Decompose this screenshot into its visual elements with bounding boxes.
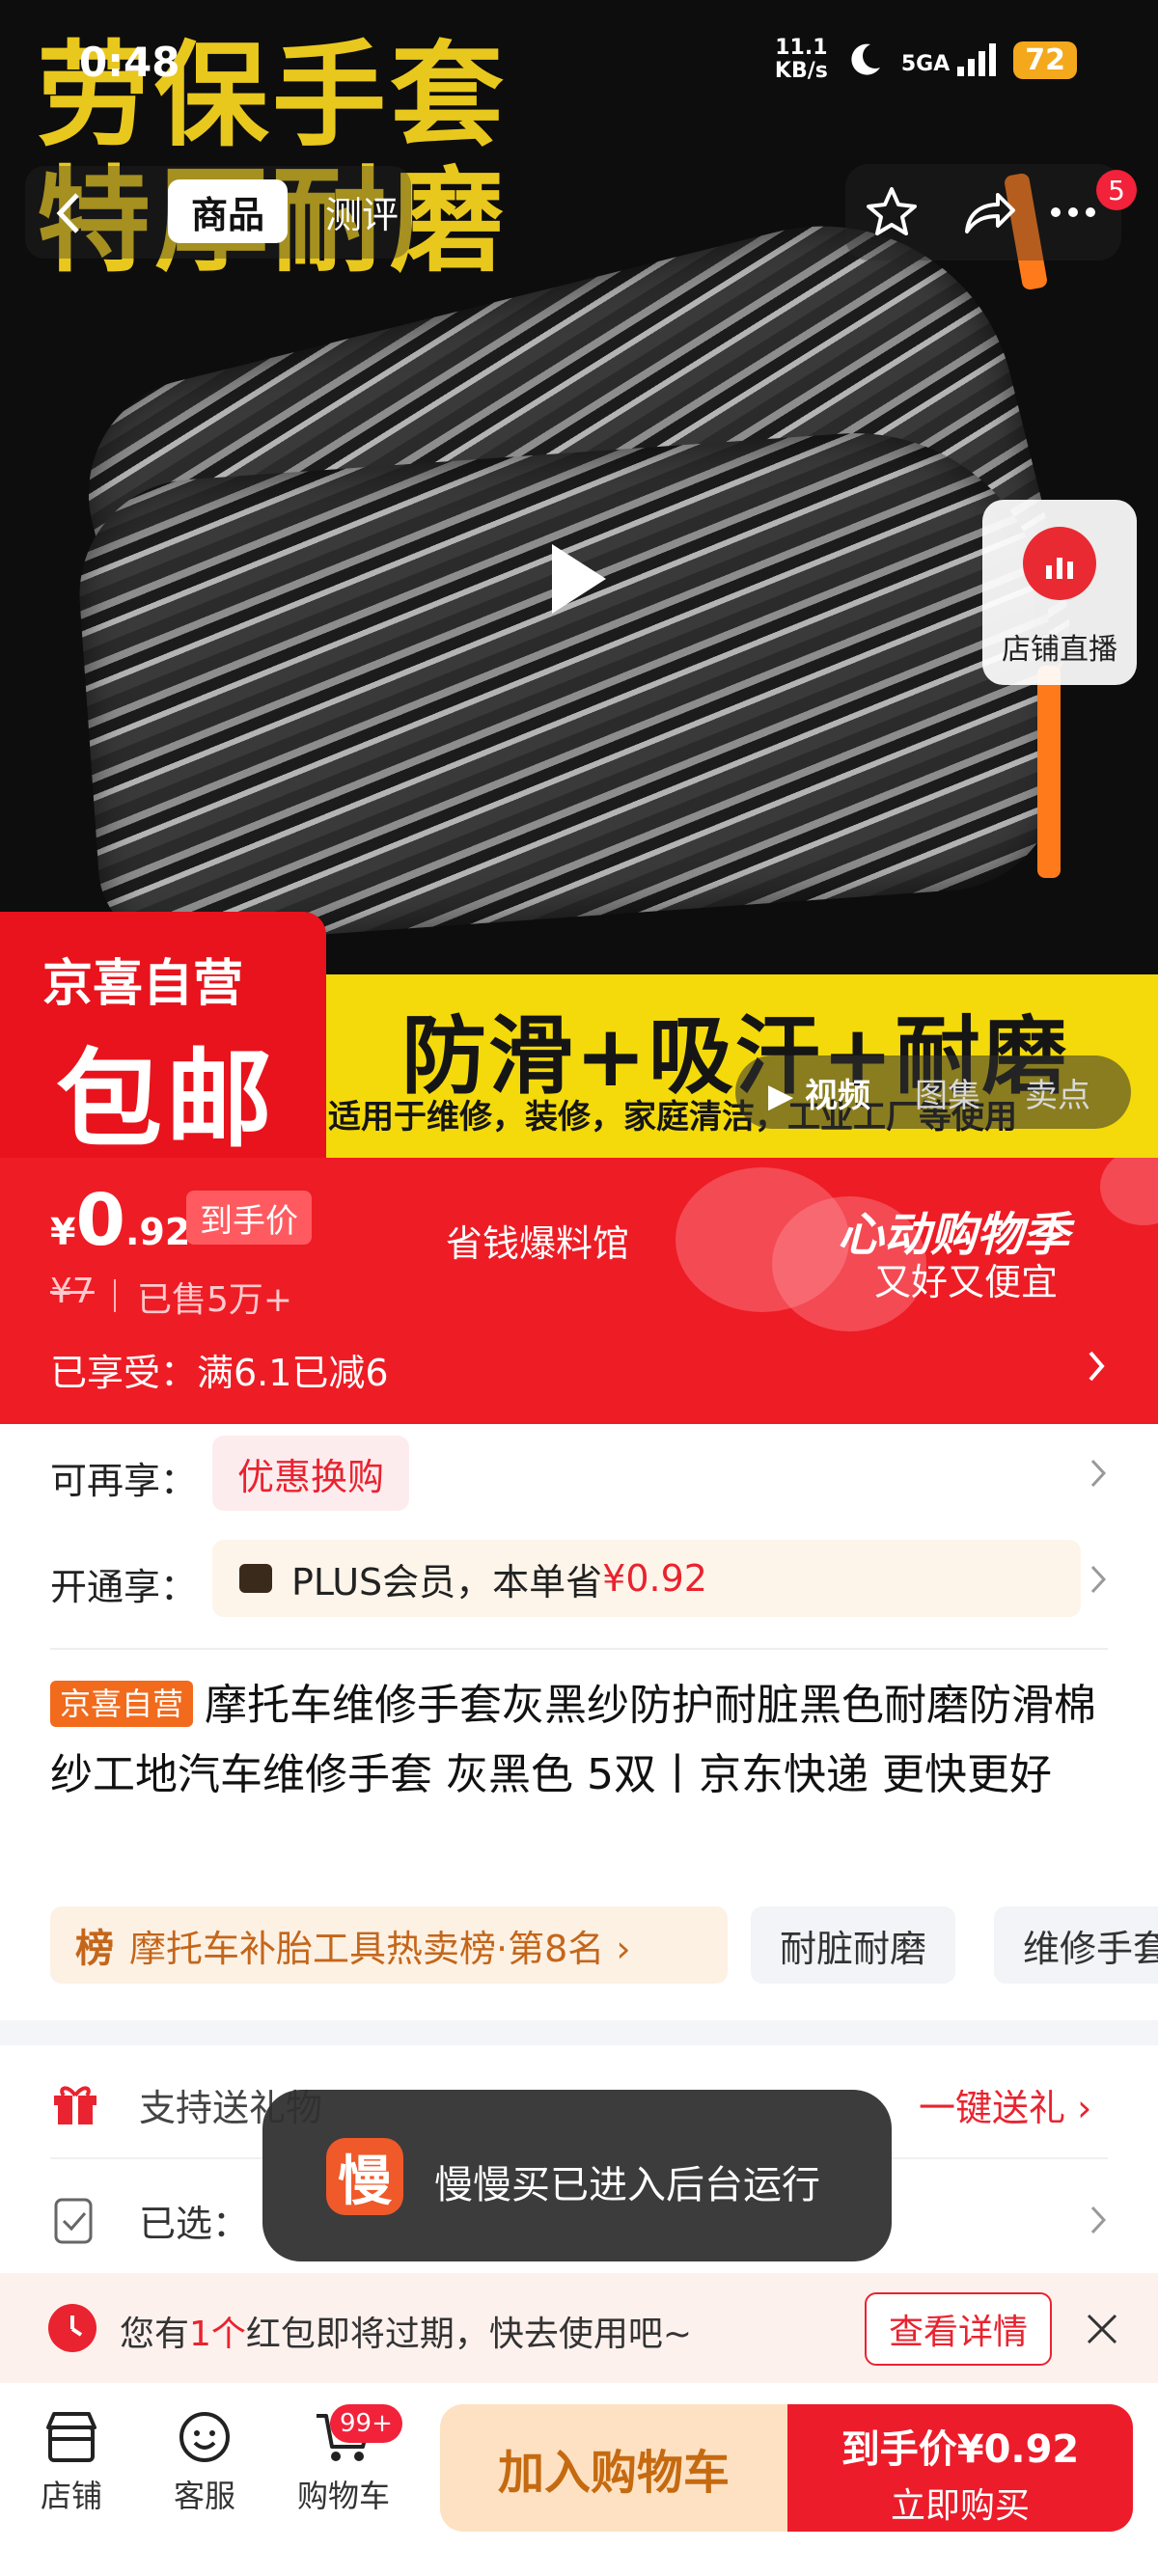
store-button[interactable]: 店铺 [14,2408,129,2516]
gift-icon [54,2086,96,2124]
product-title: 京喜自营 摩托车维修手套灰黑纱防护耐脏黑色耐磨防滑棉纱工地汽车维修手套 灰黑色 5… [50,1681,1097,1799]
bottom-action-bar: 店铺 客服 购物车 99+ 加入购物车 到手价¥0.92 立即购买 [0,2383,1158,2576]
close-icon[interactable] [1085,2312,1119,2346]
status-icons: 11.1 KB/s 5GA 72 [775,37,1077,83]
exchange-offer-tag[interactable]: 优惠换购 [212,1436,410,1511]
back-icon[interactable] [50,189,89,237]
buy-now-label: 立即购买 [890,2486,1030,2526]
cart-count-badge: 99+ [330,2404,402,2443]
rank-badge[interactable]: 榜摩托车补胎工具热卖榜·第8名 › [50,1906,728,1984]
share-icon[interactable] [959,183,1017,241]
buy-price-text: 到手价¥0.92 [841,2427,1080,2472]
notice-text: 您有1个红包即将过期，快去使用吧~ [120,2315,693,2354]
price-separator [114,1279,116,1312]
add-to-cart-button[interactable]: 加入购物车 [440,2404,787,2532]
send-gift-button[interactable]: 一键送礼 › [919,2078,1091,2131]
price-banner: ¥0.92 到手价 ¥7 已售5万+ 省钱爆料馆 心动购物季 又好又便宜 已享受… [0,1158,1158,1424]
store-live-button[interactable]: 店铺直播 [982,500,1137,685]
battery-indicator: 72 [1013,41,1077,79]
sold-count: 已售5万+ [137,1280,293,1320]
live-label: 店铺直播 [1002,633,1117,667]
divider [50,1648,1108,1650]
chevron-right-icon[interactable] [1085,1347,1108,1385]
more-icon[interactable] [1044,183,1102,241]
heart-decoration [1100,1158,1158,1225]
red-packet-notice: 您有1个红包即将过期，快去使用吧~ 查看详情 [0,2273,1158,2383]
feature-chip[interactable]: 维修手套 [994,1906,1158,1984]
buy-now-button[interactable]: 到手价¥0.92 立即购买 [787,2404,1133,2532]
glove-cuff [1037,666,1061,878]
selected-spec-label[interactable]: 已选： [139,2194,249,2247]
status-time: 0:48 [79,39,180,86]
tab-video[interactable]: ▶ 视频 [751,1069,888,1116]
tab-product[interactable]: 商品 [168,179,288,243]
toast-text: 慢慢买已进入后台运行 [434,2163,820,2207]
chevron-right-icon[interactable] [1087,1455,1110,1492]
original-price: ¥7 [50,1272,95,1311]
tab-selling-points[interactable]: 卖点 [1007,1069,1108,1116]
moon-icon [851,43,880,75]
hand-price-tag: 到手价 [186,1191,312,1245]
background-toast: 慢 慢慢买已进入后台运行 [262,2090,892,2261]
media-tabs: ▶ 视频 图集 卖点 [735,1055,1131,1129]
current-price: ¥0.92 [50,1179,191,1262]
store-icon [46,2412,96,2462]
view-details-button[interactable]: 查看详情 [865,2292,1052,2366]
section-gap [0,2020,1158,2045]
product-page: 劳保手套 特厚耐磨 防滑+吸汗+耐磨 适用于维修，装修，家庭清洁，工业工厂等使用… [0,0,1158,2576]
message-count-badge: 5 [1096,170,1137,210]
crown-icon [239,1564,272,1593]
chevron-right-icon[interactable] [1087,1561,1110,1598]
selected-spec-icon [54,2198,93,2244]
discount-applied[interactable]: 已享受：满6.1已减6 [50,1343,389,1396]
manmanmai-app-icon: 慢 [326,2138,403,2215]
feature-chip[interactable]: 耐脏耐磨 [751,1906,956,1984]
smile-icon [179,2412,230,2462]
badge-big-text: 包邮 [56,1038,276,1158]
customer-service-button[interactable]: 客服 [147,2408,262,2516]
tab-gallery[interactable]: 图集 [897,1069,998,1116]
play-icon[interactable] [548,540,610,617]
season-banner-sub: 又好又便宜 [874,1261,1059,1303]
store-tag: 京喜自营 [50,1681,194,1727]
more-offers-label: 可再享： [50,1460,198,1502]
live-icon [1023,527,1096,600]
badge-top-text: 京喜自营 [42,955,244,1013]
save-hall-link[interactable]: 省钱爆料馆 [446,1214,629,1267]
network-speed: 11.1 KB/s [774,36,828,83]
clock-icon [48,2304,96,2352]
glove-image-front [71,420,1067,950]
chevron-right-icon[interactable] [1087,2202,1110,2238]
signal-indicator: 5GA [901,43,997,76]
plus-membership-row[interactable]: PLUS会员，本单省 ¥0.92 [212,1540,1081,1617]
tab-review[interactable]: 测评 [309,179,415,243]
open-membership-label: 开通享： [50,1566,198,1608]
star-icon[interactable] [863,183,921,241]
store-badge: 京喜自营 包邮 [0,912,326,1158]
